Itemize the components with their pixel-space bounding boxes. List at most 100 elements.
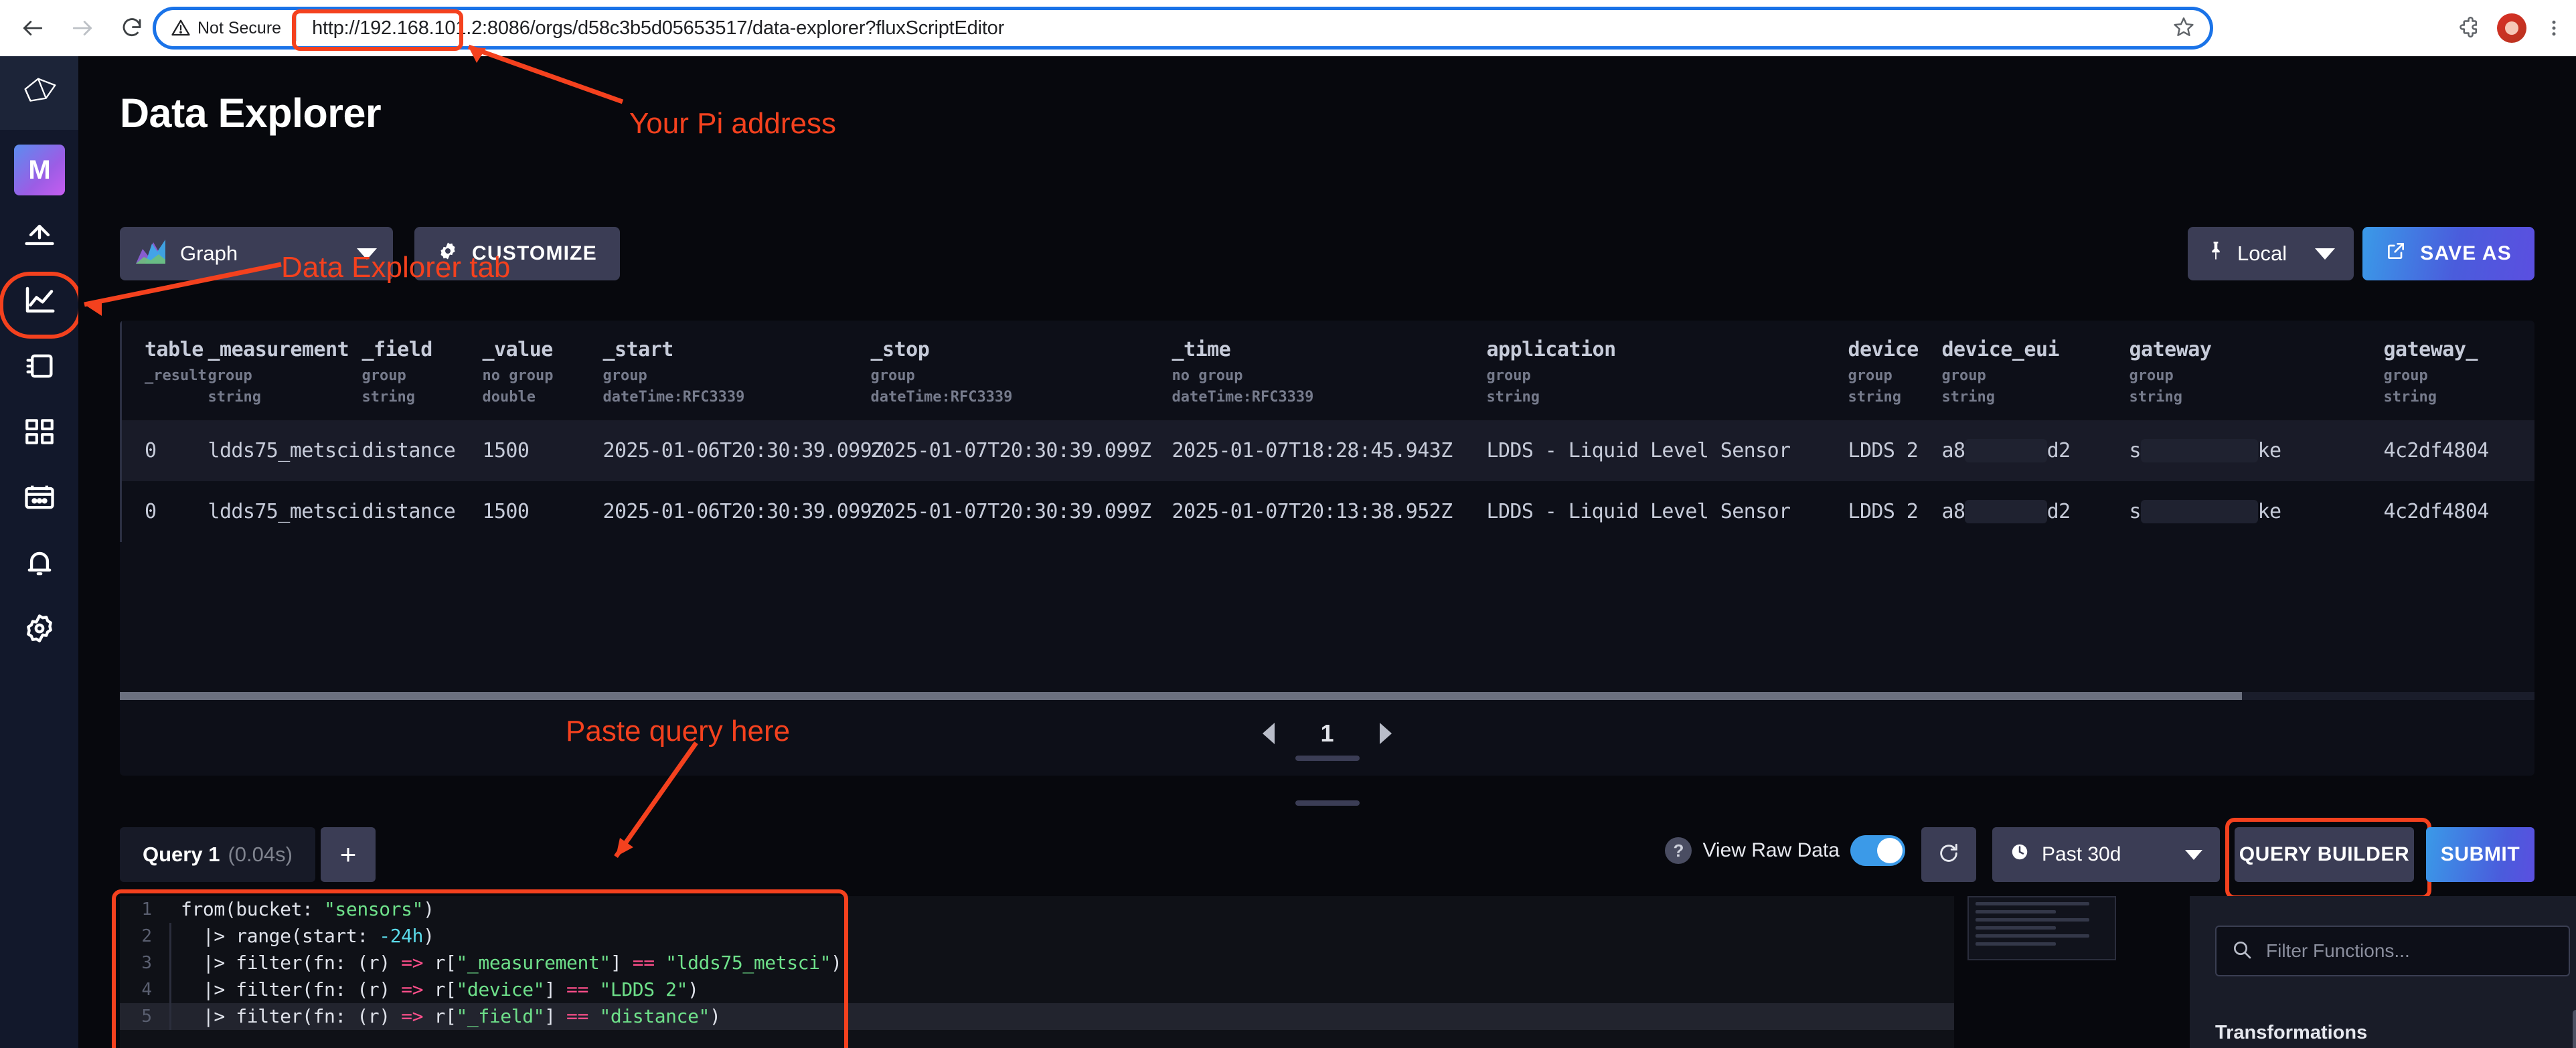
code-text: from(bucket: "sensors") [181,898,434,920]
org-avatar[interactable]: M [13,145,65,195]
sidebar-item-alerts[interactable] [9,539,70,589]
bell-icon [22,545,57,584]
main-content: Data Explorer Graph CUSTOMIZE Local SAVE… [78,56,2576,1048]
table-row[interactable]: 0 ldds75_metsci distance 1500 2025-01-06T20:… [120,420,2534,481]
column-header-meta: group dateTime:RFC3339 [870,367,1013,406]
code-text: |> range(start: -24h) [169,923,1954,950]
flux-script-editor[interactable]: 1 from(bucket: "sensors") 2 |> range(start… [120,896,1954,1048]
column-header-label: device [1848,338,1919,361]
search-icon [2231,939,2253,964]
line-number: 3 [141,953,152,973]
panel-resize-handle[interactable] [1295,756,1360,761]
forward-arrow-icon[interactable] [58,3,107,53]
code-line[interactable]: 4 |> filter(fn: (r) => r["device"] == "L… [120,976,1954,1003]
pin-icon [2206,240,2225,267]
cell-value: 1500 [482,499,530,523]
functions-panel: Filter Functions... Transformations aggr… [2190,896,2576,1048]
column-header-gateway: gateway group string [2129,321,2384,420]
column-header-meta: group string [2129,367,2182,406]
reload-icon[interactable] [107,3,157,53]
column-header-label: _start [602,338,674,361]
refresh-button[interactable] [1921,827,1976,882]
editor-resize-handle[interactable] [1295,800,1360,806]
column-header-stop: _stopgroup dateTime:RFC3339 [871,321,1172,420]
code-line[interactable]: 3 |> filter(fn: (r) => r["_measurement"]… [120,950,1954,976]
column-header-label: _stop [870,338,930,361]
flux-editor-region: 1 from(bucket: "sensors") 2 |> range(start… [112,889,2576,1048]
column-header-device: device group string [1848,321,1942,420]
help-icon[interactable]: ? [1665,837,1692,864]
screenshot-root: Not Secure http://192.168.101.2:8086/org… [0,0,2576,1048]
upload-icon [22,217,57,256]
visualization-type-label: Graph [180,242,238,265]
line-number: 2 [141,926,152,946]
column-header-label: _time [1172,338,1231,361]
query-duration: (0.04s) [228,843,293,866]
sidebar-item-data-explorer[interactable] [0,272,82,339]
sidebar-item-tasks[interactable] [9,474,70,523]
annotation-paste-query-here: Paste query here [566,715,791,748]
bookmark-star-icon[interactable] [2172,15,2195,41]
url-text[interactable]: http://192.168.101.2:8086/orgs/d58c3b5d0… [312,17,2162,39]
browser-toolbar: Not Secure http://192.168.101.2:8086/org… [0,0,2576,56]
column-header-label: gateway_ [2383,338,2478,361]
omnibox[interactable]: Not Secure http://192.168.101.2:8086/org… [153,7,2213,50]
cell-stop: 2025-01-07T20:30:39.099Z [870,438,1152,462]
sidebar-item-dashboards[interactable] [9,408,70,458]
add-query-button[interactable]: + [321,827,376,882]
code-text: |> filter(fn: (r) => r["_measurement"] =… [169,950,1954,976]
cell-value: 1500 [482,438,530,462]
chevron-right-icon[interactable] [1379,723,1392,744]
dashboards-grid-icon [23,415,56,452]
cell-start: 2025-01-06T20:30:39.099Z [602,499,884,523]
chevron-left-icon[interactable] [1263,723,1275,744]
sidebar-item-notebooks[interactable] [9,343,70,392]
view-raw-data-switch[interactable] [1850,835,1905,866]
sidebar-item-settings[interactable] [9,605,70,654]
kebab-menu-icon[interactable] [2544,16,2564,40]
line-number: 5 [141,1007,152,1027]
save-as-button[interactable]: SAVE AS [2362,227,2534,280]
time-range-dropdown[interactable]: Past 30d [1992,827,2220,882]
annotation-your-pi-address: Your Pi address [629,107,837,140]
profile-avatar-icon[interactable] [2497,13,2526,43]
query-tab-1[interactable]: Query 1 (0.04s) [120,827,315,882]
column-header-meta: no group dateTime:RFC3339 [1172,367,1314,406]
filter-functions-input[interactable]: Filter Functions... [2215,926,2570,976]
line-number: 4 [141,980,152,1000]
functions-section-title: Transformations [2215,1022,2368,1043]
query-builder-button[interactable]: QUERY BUILDER [2225,818,2431,899]
refresh-icon [1937,842,1960,868]
column-header-meta: group string [1848,367,1901,406]
cell-gateway-extra: 4c2df4804 [2383,499,2490,523]
code-line[interactable]: 1 from(bucket: "sensors") [120,896,1954,923]
cell-measurement: ldds75_metsci [208,499,361,523]
functions-scrollbar[interactable] [2573,1010,2576,1048]
column-header-meta: group string [361,367,415,406]
cell-field: distance [361,438,456,462]
table-row[interactable]: 0 ldds75_metsci distance 1500 2025-01-06T20:… [120,481,2534,542]
time-range-label: Past 30d [2042,843,2121,865]
cell-time: 2025-01-07T18:28:45.943Z [1172,438,1453,462]
cell-start: 2025-01-06T20:30:39.099Z [602,438,884,462]
column-header-value: _value no group double [483,321,603,420]
code-line[interactable]: 2 |> range(start: -24h) [120,923,1954,950]
results-table-head: table _result _measurement group string _fie… [120,321,2535,420]
sidebar-item-load-data[interactable] [9,211,70,261]
local-dropdown[interactable]: Local [2188,227,2354,280]
code-line[interactable]: 5 |> filter(fn: (r) => r["_field"] == "d… [120,1003,1954,1030]
security-indicator[interactable]: Not Secure [171,18,281,38]
column-header-meta: no group double [482,367,554,406]
submit-button[interactable]: SUBMIT [2426,827,2534,882]
back-arrow-icon[interactable] [8,3,58,53]
chevron-down-icon [2185,849,2202,860]
column-header-field: _field group string [362,321,483,420]
column-header-meta: _result [145,367,207,384]
table-horizontal-scrollbar[interactable] [120,692,2534,700]
results-table-scroll[interactable]: table _result _measurement group string _fie… [120,321,2534,692]
influxdb-logo[interactable] [0,56,78,130]
annotation-data-explorer-tab: Data Explorer tab [281,251,511,284]
extensions-icon[interactable] [2456,16,2480,40]
graph-line-icon [21,282,58,322]
browser-right-controls [2456,7,2564,50]
